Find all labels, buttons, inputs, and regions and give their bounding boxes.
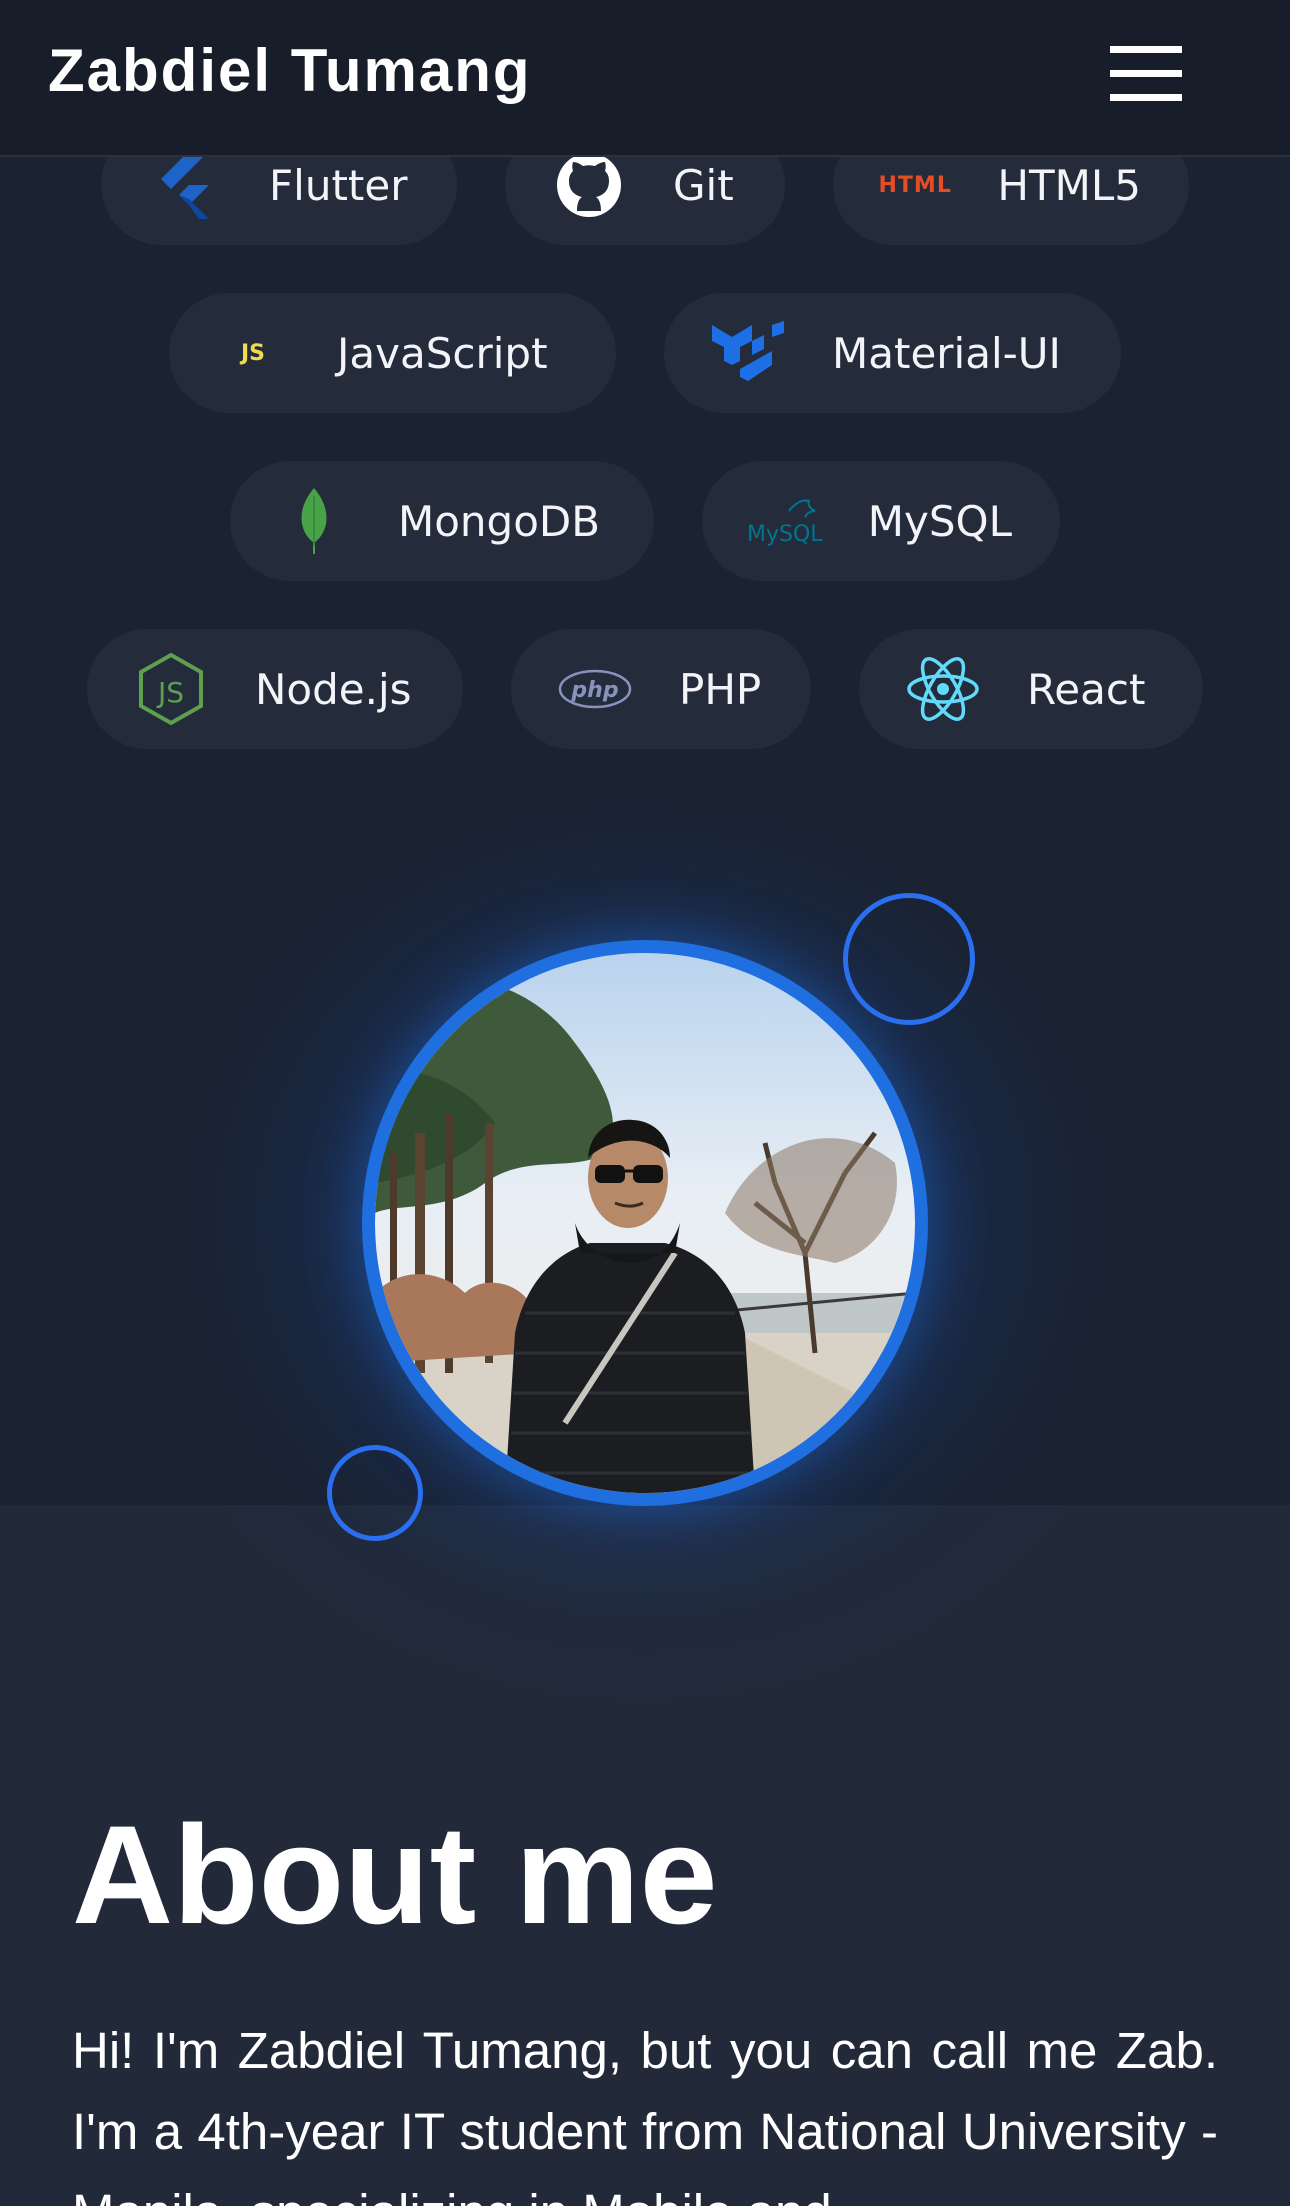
about-title: About me xyxy=(72,1796,718,1953)
site-title[interactable]: Zabdiel Tumang xyxy=(48,36,532,106)
php-icon: php xyxy=(547,649,643,729)
php-icon-text: php xyxy=(570,678,618,703)
skill-label: HTML5 xyxy=(997,160,1141,210)
profile-photo xyxy=(375,953,915,1493)
skill-label: React xyxy=(1027,664,1146,714)
skill-chip-javascript: JS JavaScript xyxy=(169,293,616,413)
skill-chip-react: React xyxy=(859,629,1203,749)
javascript-icon-text: JS xyxy=(240,340,266,366)
flutter-icon xyxy=(137,145,233,225)
skill-label: Flutter xyxy=(269,160,408,210)
menu-bar xyxy=(1110,94,1182,101)
skill-chip-mongodb: MongoDB xyxy=(230,461,654,581)
html5-icon-text: HTML xyxy=(878,172,952,198)
menu-bar xyxy=(1110,70,1182,77)
site-header: Zabdiel Tumang xyxy=(0,0,1290,157)
menu-bar xyxy=(1110,46,1182,53)
html5-icon: HTML xyxy=(869,145,961,225)
skill-chip-material-ui: Material-UI xyxy=(664,293,1121,413)
nodejs-icon-text: JS xyxy=(156,676,184,709)
skills-row: JS JavaScript Material-UI xyxy=(0,293,1290,413)
javascript-icon: JS xyxy=(205,313,301,393)
mongodb-leaf-icon xyxy=(266,481,362,561)
page: Flutter Git HTML HTML5 JS JavaScript Mat… xyxy=(0,0,1290,2206)
github-icon xyxy=(541,145,637,225)
react-atom-icon xyxy=(895,649,991,729)
skill-chip-nodejs: JS Node.js xyxy=(87,629,463,749)
skill-label: PHP xyxy=(679,664,762,714)
skill-label: JavaScript xyxy=(337,328,548,378)
skill-label: Git xyxy=(673,160,734,210)
hamburger-menu-icon[interactable] xyxy=(1100,40,1186,110)
nodejs-hexagon-icon: JS xyxy=(123,649,219,729)
skill-chip-mysql: MySQL MySQL xyxy=(702,461,1060,581)
about-text: Hi! I'm Zabdiel Tumang, but you can call… xyxy=(72,2022,1218,2206)
skill-label: Material-UI xyxy=(832,328,1061,378)
skill-label: Node.js xyxy=(255,664,412,714)
mysql-icon-text: MySQL xyxy=(747,522,823,547)
mysql-dolphin-icon: MySQL xyxy=(738,481,832,561)
decorative-circle xyxy=(327,1445,423,1541)
material-ui-icon xyxy=(700,313,796,393)
avatar-glow-lower xyxy=(95,1505,1195,1725)
skill-label: MySQL xyxy=(867,496,1012,546)
decorative-circle xyxy=(843,893,975,1025)
skills-row: MongoDB MySQL MySQL xyxy=(0,461,1290,581)
skill-label: MongoDB xyxy=(398,496,601,546)
